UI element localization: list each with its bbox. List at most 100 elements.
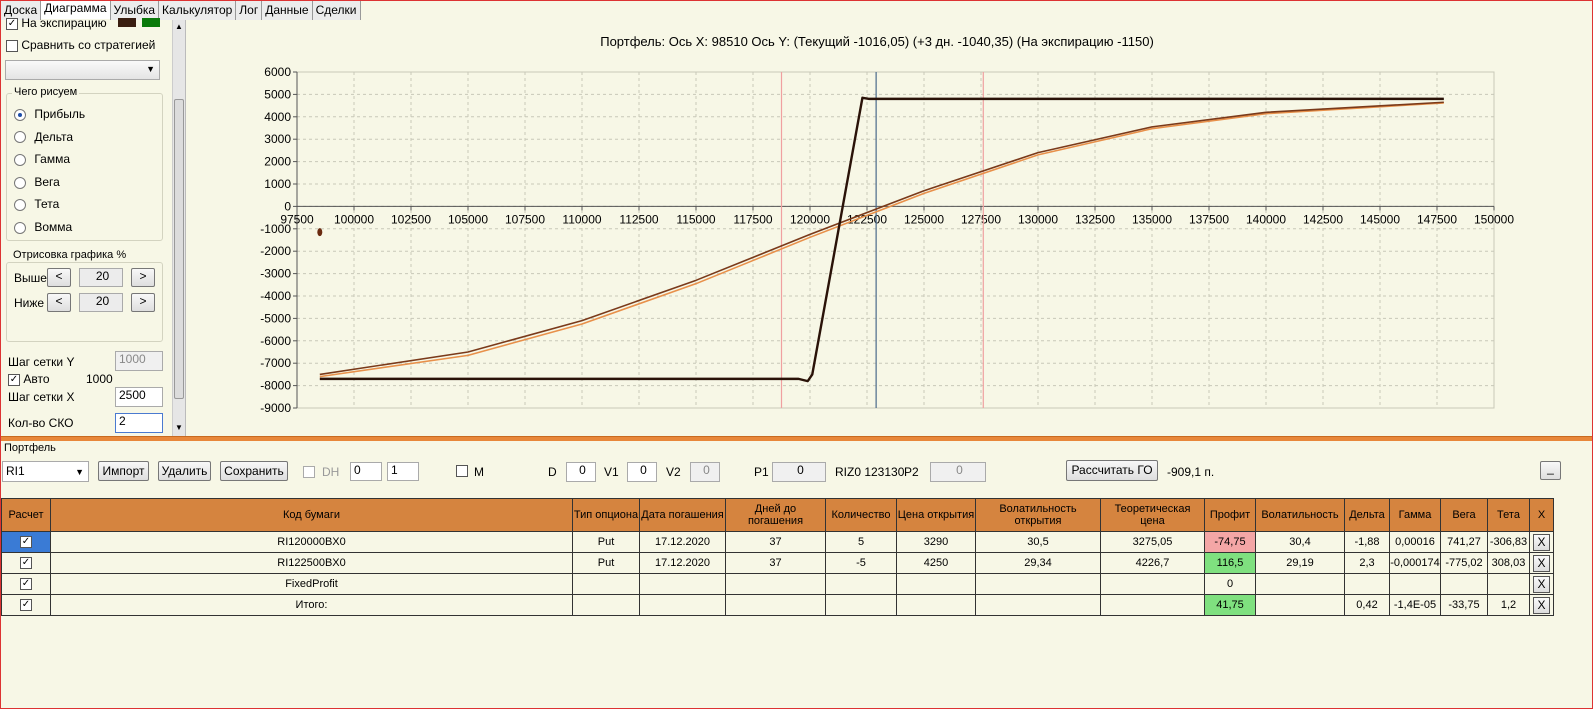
table-cell[interactable] [725, 573, 826, 595]
table-cell[interactable]: FixedProfit [50, 573, 573, 595]
table-cell[interactable]: 0,42 [1344, 594, 1390, 616]
table-cell[interactable] [896, 594, 976, 616]
color-swatch-2[interactable] [142, 18, 160, 27]
na-exp-checkbox[interactable]: ✓ [6, 17, 18, 30]
table-cell[interactable] [639, 573, 726, 595]
table-cell[interactable]: 17.12.2020 [639, 531, 726, 553]
table-cell[interactable]: -306,83 [1487, 531, 1530, 553]
table-cell[interactable]: 5 [825, 531, 897, 553]
remove-row-button[interactable]: X [1533, 554, 1550, 572]
p1-input[interactable]: 0 [772, 462, 826, 482]
auto-row[interactable]: ✓ Авто [8, 372, 50, 386]
radio-button-1[interactable] [14, 131, 26, 144]
calc-cell[interactable]: ✓ [1, 531, 51, 553]
color-swatch-1[interactable] [118, 18, 136, 27]
calc-cell[interactable]: ✓ [1, 552, 51, 574]
table-cell[interactable]: 1,2 [1487, 594, 1530, 616]
calc-go-button[interactable]: Рассчитать ГО [1066, 460, 1158, 481]
table-cell[interactable]: 29,34 [975, 552, 1101, 574]
radio-button-5[interactable] [14, 221, 26, 234]
table-cell[interactable]: -0,000174 [1389, 552, 1441, 574]
table-cell[interactable] [975, 594, 1101, 616]
column-header[interactable]: Теоретическая цена [1100, 498, 1205, 532]
table-cell[interactable]: 3290 [896, 531, 976, 553]
column-header[interactable]: Расчет [1, 498, 51, 532]
radio-4[interactable]: Тета [14, 197, 59, 211]
table-cell[interactable]: -74,75 [1204, 531, 1256, 553]
portfolio-combo[interactable]: RI1 ▼ [2, 461, 89, 482]
above-input[interactable]: 20 [79, 268, 123, 287]
compare-checkbox[interactable] [6, 39, 18, 52]
tab-ulybka[interactable]: Улыбка [109, 0, 160, 20]
table-row[interactable]: ✓ Итого: 41,75 0,42 -1,4E-05 -33,75 1,2 X [1, 594, 1554, 616]
dh-spin-b[interactable]: 1 [387, 462, 419, 481]
table-cell[interactable]: 17.12.2020 [639, 552, 726, 574]
table-cell[interactable] [1255, 594, 1345, 616]
table-cell[interactable]: 4250 [896, 552, 976, 574]
radio-3[interactable]: Вега [14, 175, 60, 189]
scrollbar-thumb[interactable] [174, 99, 184, 399]
table-cell[interactable]: 30,5 [975, 531, 1101, 553]
above-next-button[interactable]: > [131, 268, 155, 287]
d-input[interactable]: 0 [566, 462, 596, 482]
table-cell[interactable] [825, 594, 897, 616]
auto-checkbox[interactable]: ✓ [8, 373, 20, 386]
table-cell[interactable]: 308,03 [1487, 552, 1530, 574]
chart-area[interactable]: Портфель: Ось X: 98510 Ось Y: (Текущий -… [187, 20, 1591, 437]
table-cell[interactable] [1440, 573, 1488, 595]
p2-input[interactable]: 0 [930, 462, 986, 482]
radio-button-4[interactable] [14, 199, 26, 212]
column-header[interactable]: Волатильность открытия [975, 498, 1101, 532]
radio-button-3[interactable] [14, 176, 26, 189]
calc-checkbox[interactable]: ✓ [20, 599, 32, 612]
minimize-button[interactable]: _ [1540, 461, 1561, 480]
table-cell[interactable]: 30,4 [1255, 531, 1345, 553]
table-cell[interactable]: 741,27 [1440, 531, 1488, 553]
chart-svg[interactable]: 97500 100000 102500 105000 107500 110000 11250… [187, 20, 1591, 437]
tab-log[interactable]: Лог [235, 0, 263, 20]
calc-cell[interactable]: ✓ [1, 594, 51, 616]
table-cell[interactable] [1389, 573, 1441, 595]
splitter[interactable] [0, 436, 1593, 441]
column-header[interactable]: Количество [825, 498, 897, 532]
table-cell[interactable]: 0,00016 [1389, 531, 1441, 553]
radio-button-0[interactable] [14, 108, 26, 121]
save-button[interactable]: Сохранить [220, 461, 288, 481]
radio-0[interactable]: Прибыль [14, 107, 85, 121]
scroll-up-icon[interactable]: ▲ [175, 22, 183, 31]
calc-checkbox[interactable]: ✓ [20, 557, 32, 570]
table-cell[interactable] [1100, 573, 1205, 595]
table-row[interactable]: ✓ RI120000BX0 Put 17.12.2020 37 5 3290 30,5 3275… [1, 531, 1554, 553]
above-prev-button[interactable]: < [47, 268, 71, 287]
table-cell[interactable]: -33,75 [1440, 594, 1488, 616]
table-cell[interactable] [975, 573, 1101, 595]
table-cell[interactable] [1487, 573, 1530, 595]
table-cell[interactable]: 0 [1204, 573, 1256, 595]
radio-1[interactable]: Дельта [14, 130, 73, 144]
below-next-button[interactable]: > [131, 293, 155, 312]
column-header[interactable]: Цена открытия [896, 498, 976, 532]
tab-sdelki[interactable]: Сделки [311, 0, 361, 20]
table-cell[interactable]: -775,02 [1440, 552, 1488, 574]
remove-row-button[interactable]: X [1533, 533, 1550, 551]
table-row[interactable]: ✓ RI122500BX0 Put 17.12.2020 37 -5 4250 29,34 42… [1, 552, 1554, 574]
scroll-down-icon[interactable]: ▼ [175, 423, 183, 432]
table-cell[interactable]: -1,4E-05 [1389, 594, 1441, 616]
table-cell[interactable]: RI122500BX0 [50, 552, 573, 574]
remove-cell[interactable]: X [1529, 531, 1554, 553]
table-cell[interactable] [1344, 573, 1390, 595]
table-cell[interactable]: 37 [725, 552, 826, 574]
sko-input[interactable]: 2 [115, 413, 163, 433]
table-cell[interactable] [639, 594, 726, 616]
compare-row[interactable]: Сравнить со стратегией [6, 38, 155, 52]
left-scrollbar[interactable]: ▲ ▼ [172, 20, 185, 437]
remove-row-button[interactable]: X [1533, 575, 1550, 593]
column-header[interactable]: Код бумаги [50, 498, 573, 532]
remove-row-button[interactable]: X [1533, 596, 1550, 614]
table-cell[interactable]: Итого: [50, 594, 573, 616]
delete-button[interactable]: Удалить [158, 461, 211, 481]
column-header[interactable]: Дельта [1344, 498, 1390, 532]
table-cell[interactable]: 4226,7 [1100, 552, 1205, 574]
dh-checkbox[interactable] [303, 466, 315, 478]
remove-cell[interactable]: X [1529, 552, 1554, 574]
